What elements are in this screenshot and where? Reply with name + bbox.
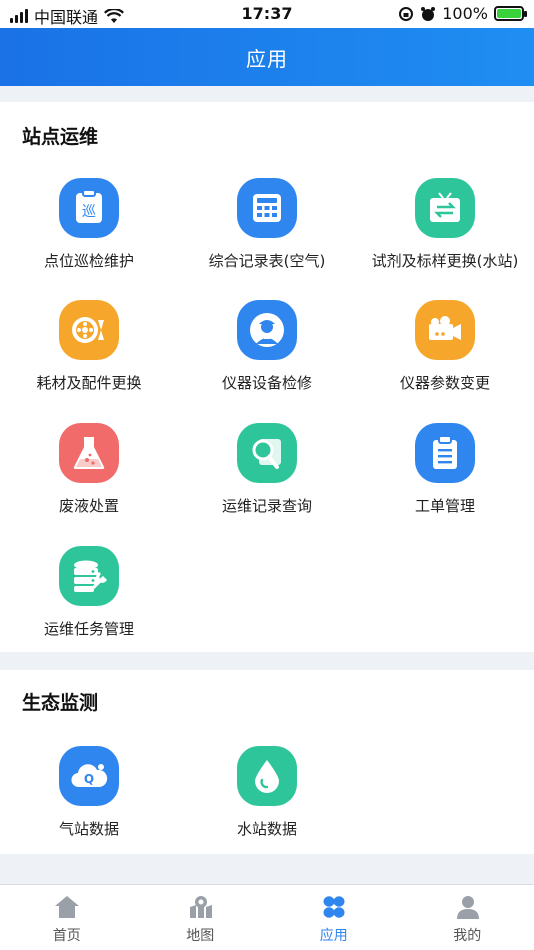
tab-label: 应用: [319, 928, 348, 944]
bottom-tab-bar: 首页 地图 应用 我的: [0, 884, 534, 950]
app-waste-liquid[interactable]: 废液处置: [0, 423, 178, 533]
keypad-icon: [237, 178, 297, 238]
svg-text:Q: Q: [84, 772, 94, 786]
app-label: 点位巡检维护: [43, 252, 134, 270]
app-instrument-params[interactable]: 仪器参数变更: [356, 300, 534, 410]
app-label: 水站数据: [236, 820, 297, 838]
tab-label: 地图: [186, 928, 215, 944]
app-consumables-parts[interactable]: 耗材及配件更换: [0, 300, 178, 410]
film-reel-icon: [59, 300, 119, 360]
page-title: 应用: [246, 46, 288, 71]
home-icon: [55, 896, 79, 918]
app-label: 综合记录表(空气): [208, 252, 326, 270]
technician-icon: [237, 300, 297, 360]
status-right: 100%: [398, 4, 527, 23]
tab-label: 首页: [52, 928, 81, 944]
battery-icon: [494, 6, 527, 21]
app-label: 运维任务管理: [43, 620, 134, 638]
svg-text:巡: 巡: [82, 204, 96, 220]
clipboard-icon: [415, 423, 475, 483]
apps-icon: [323, 896, 345, 918]
app-label: 运维记录查询: [221, 497, 312, 515]
app-label: 仪器参数变更: [399, 374, 490, 392]
status-bar: 中国联通 17:37 100%: [0, 0, 534, 28]
app-water-station-data[interactable]: 水站数据: [178, 746, 356, 856]
section-ecological-monitoring: 生态监测 Q 气站数据 水站数据: [0, 670, 534, 854]
map-icon: [189, 896, 212, 918]
inspection-icon: 巡: [59, 178, 119, 238]
app-label: 仪器设备检修: [221, 374, 312, 392]
app-work-order[interactable]: 工单管理: [356, 423, 534, 533]
cloud-q-icon: Q: [59, 746, 119, 806]
app-label: 耗材及配件更换: [36, 374, 142, 392]
tab-apps[interactable]: 应用: [267, 885, 401, 950]
tab-profile[interactable]: 我的: [401, 885, 534, 950]
app-maintenance-record-query[interactable]: 运维记录查询: [178, 423, 356, 533]
battery-percent: 100%: [442, 4, 488, 23]
exchange-tv-icon: [415, 178, 475, 238]
database-wrench-icon: [59, 546, 119, 606]
section-title: 站点运维: [22, 126, 99, 148]
app-label: 气站数据: [58, 820, 119, 838]
alarm-icon: [421, 6, 436, 21]
section-site-maintenance: 站点运维 巡 点位巡检维护 综合记录表(空气) 试剂及标样更换(水站) 耗材及配…: [0, 102, 534, 652]
water-drop-icon: [237, 746, 297, 806]
app-comprehensive-record-air[interactable]: 综合记录表(空气): [178, 178, 356, 288]
rotation-lock-icon: [399, 6, 414, 21]
tab-map[interactable]: 地图: [134, 885, 268, 950]
app-maintenance-task[interactable]: 运维任务管理: [0, 546, 178, 656]
app-air-station-data[interactable]: Q 气站数据: [0, 746, 178, 856]
flask-icon: [59, 423, 119, 483]
app-reagent-standard-replace[interactable]: 试剂及标样更换(水站): [356, 178, 534, 288]
app-instrument-repair[interactable]: 仪器设备检修: [178, 300, 356, 410]
tab-home[interactable]: 首页: [0, 885, 134, 950]
tab-label: 我的: [453, 928, 482, 944]
app-label: 试剂及标样更换(水站): [371, 252, 519, 270]
section-title: 生态监测: [22, 692, 99, 714]
app-label: 工单管理: [414, 497, 475, 515]
app-label: 废液处置: [58, 497, 119, 515]
magnifier-icon: [237, 423, 297, 483]
app-inspection-maintenance[interactable]: 巡 点位巡检维护: [0, 178, 178, 288]
camera-icon: [415, 300, 475, 360]
user-icon: [456, 896, 479, 919]
